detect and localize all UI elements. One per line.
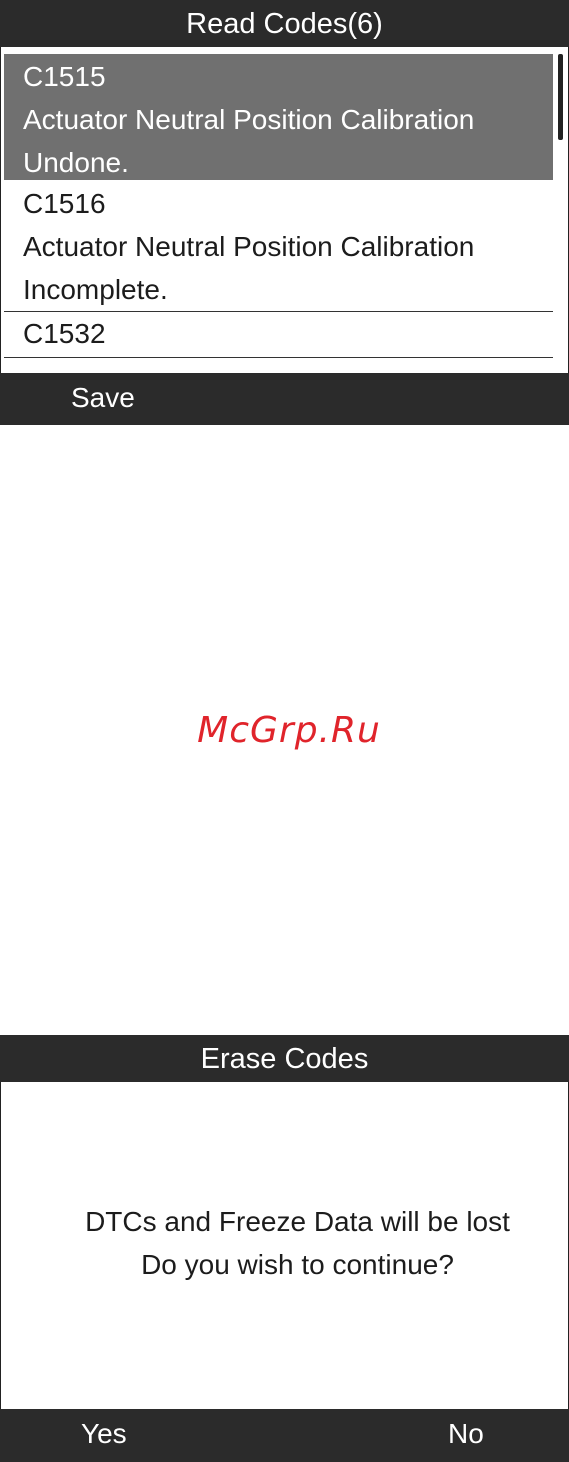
no-button[interactable]: No <box>448 1409 484 1459</box>
erase-codes-softkey-bar: Yes No <box>0 1409 569 1462</box>
dtc-list-item-c1532[interactable]: C1532 <box>4 312 553 358</box>
yes-button[interactable]: Yes <box>81 1409 127 1459</box>
dtc-code: C1516 <box>23 188 106 219</box>
dtc-code: C1515 <box>23 61 106 92</box>
erase-confirm-dialog: DTCs and Freeze Data will be lost Do you… <box>0 1082 569 1409</box>
dtc-list-item-c1516[interactable]: C1516 Actuator Neutral Position Calibrat… <box>4 182 553 312</box>
read-codes-title: Read Codes(6) <box>0 0 569 47</box>
read-codes-softkey-bar: Save <box>0 373 569 425</box>
dtc-description-line: Undone. <box>23 147 129 178</box>
dialog-message-line: DTCs and Freeze Data will be lost <box>85 1206 510 1237</box>
dtc-code: C1532 <box>23 318 106 349</box>
dtc-description-line: Incomplete. <box>23 274 168 305</box>
save-button[interactable]: Save <box>71 373 135 423</box>
dtc-description-line: Actuator Neutral Position Calibration <box>23 231 475 262</box>
dtc-description-line: Actuator Neutral Position Calibration <box>23 104 475 135</box>
dialog-message-line: Do you wish to continue? <box>141 1249 454 1280</box>
read-codes-screen: Read Codes(6) C1515 Actuator Neutral Pos… <box>0 0 569 425</box>
list-divider <box>4 357 553 358</box>
erase-codes-title: Erase Codes <box>0 1035 569 1082</box>
dtc-list-item-c1515[interactable]: C1515 Actuator Neutral Position Calibrat… <box>4 54 553 180</box>
erase-codes-screen: Erase Codes DTCs and Freeze Data will be… <box>0 1035 569 1462</box>
scrollbar[interactable] <box>558 54 563 140</box>
watermark-text: McGrp.Ru <box>197 710 381 751</box>
dtc-list[interactable]: C1515 Actuator Neutral Position Calibrat… <box>0 47 569 373</box>
